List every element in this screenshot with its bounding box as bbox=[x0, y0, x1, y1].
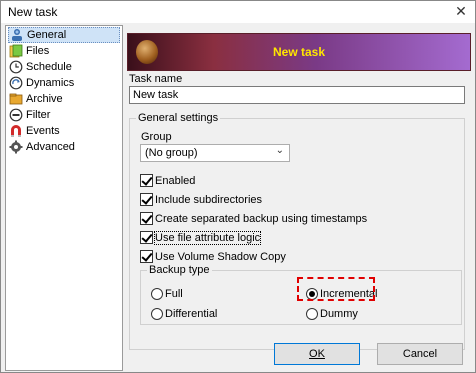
radio-label: Differential bbox=[165, 308, 218, 320]
task-name-input[interactable] bbox=[129, 86, 465, 104]
enabled-checkbox[interactable]: Enabled bbox=[140, 174, 195, 187]
radio-circle[interactable] bbox=[151, 288, 163, 300]
backup-type-legend: Backup type bbox=[147, 264, 212, 276]
general-settings-group: General settings Group (No group) ⌄ Enab… bbox=[129, 112, 465, 350]
sidebar-item-label: Events bbox=[26, 125, 60, 137]
checkbox-box[interactable] bbox=[140, 250, 153, 263]
radio-label: Incremental bbox=[320, 288, 378, 300]
volume-shadow-copy-checkbox[interactable]: Use Volume Shadow Copy bbox=[140, 250, 286, 263]
general-settings-legend: General settings bbox=[136, 112, 221, 124]
checkbox-box[interactable] bbox=[140, 174, 153, 187]
dynamics-icon bbox=[9, 76, 23, 90]
banner-title: New task bbox=[272, 45, 326, 59]
radio-circle[interactable] bbox=[306, 308, 318, 320]
title-bar[interactable]: New task ✕ bbox=[1, 1, 475, 23]
radio-label: Dummy bbox=[320, 308, 358, 320]
events-icon bbox=[9, 124, 23, 138]
sidebar-item-label: Archive bbox=[26, 93, 63, 105]
filter-icon bbox=[9, 108, 23, 122]
sidebar-item-filter[interactable]: Filter bbox=[8, 107, 120, 123]
banner: New task bbox=[127, 33, 471, 71]
sidebar-item-general[interactable]: General bbox=[8, 27, 120, 43]
task-name-label: Task name bbox=[129, 73, 183, 85]
sidebar-item-label: Schedule bbox=[26, 61, 72, 73]
sidebar-item-advanced[interactable]: Advanced bbox=[8, 139, 120, 155]
new-task-dialog: New task ✕ General Files Schedule Dynami… bbox=[0, 0, 476, 373]
backup-type-group: Backup type Full Incremental Differentia… bbox=[140, 264, 462, 325]
general-panel: New task Task name General settings Grou… bbox=[125, 25, 473, 350]
sidebar-item-label: Files bbox=[26, 45, 50, 57]
sidebar-item-label: General bbox=[27, 29, 67, 41]
archive-icon bbox=[9, 92, 23, 106]
ok-button[interactable]: OK bbox=[274, 343, 360, 365]
checkbox-label: Include subdirectories bbox=[155, 193, 263, 206]
radio-dummy[interactable]: Dummy bbox=[306, 308, 358, 320]
radio-circle[interactable] bbox=[306, 288, 318, 300]
file-attribute-logic-checkbox[interactable]: Use file attribute logic bbox=[140, 230, 262, 245]
group-dropdown-value: (No group) bbox=[145, 147, 198, 159]
window-title: New task bbox=[8, 5, 58, 19]
checkbox-label: Use file attribute logic bbox=[153, 230, 262, 245]
checkbox-box[interactable] bbox=[140, 212, 153, 225]
close-icon[interactable]: ✕ bbox=[453, 3, 469, 19]
sidebar-item-dynamics[interactable]: Dynamics bbox=[8, 75, 120, 91]
sidebar-item-label: Filter bbox=[26, 109, 51, 121]
cancel-button-label: Cancel bbox=[402, 348, 438, 360]
timestamps-checkbox[interactable]: Create separated backup using timestamps bbox=[140, 212, 367, 225]
sidebar-item-label: Dynamics bbox=[26, 77, 75, 89]
sidebar-item-files[interactable]: Files bbox=[8, 43, 120, 59]
sidebar-item-schedule[interactable]: Schedule bbox=[8, 59, 120, 75]
sidebar: General Files Schedule Dynamics Archive bbox=[5, 25, 123, 371]
group-dropdown[interactable]: (No group) ⌄ bbox=[140, 144, 290, 162]
schedule-icon bbox=[9, 60, 23, 74]
checkbox-box[interactable] bbox=[140, 231, 153, 244]
cancel-button[interactable]: Cancel bbox=[377, 343, 463, 365]
checkbox-box[interactable] bbox=[140, 193, 153, 206]
sidebar-item-label: Advanced bbox=[26, 141, 75, 153]
group-label: Group bbox=[141, 131, 172, 143]
radio-incremental[interactable]: Incremental bbox=[306, 288, 377, 300]
radio-label: Full bbox=[165, 288, 183, 300]
checkbox-label: Enabled bbox=[155, 174, 196, 187]
checkbox-label: Create separated backup using timestamps bbox=[155, 212, 368, 225]
ok-button-label: OK bbox=[309, 348, 325, 360]
radio-differential[interactable]: Differential bbox=[151, 308, 217, 320]
files-icon bbox=[9, 44, 23, 58]
chevron-down-icon: ⌄ bbox=[275, 145, 284, 156]
include-subdirectories-checkbox[interactable]: Include subdirectories bbox=[140, 193, 262, 206]
checkbox-label: Use Volume Shadow Copy bbox=[155, 250, 286, 263]
advanced-icon bbox=[9, 140, 23, 154]
radio-circle[interactable] bbox=[151, 308, 163, 320]
radio-full[interactable]: Full bbox=[151, 288, 183, 300]
sidebar-item-archive[interactable]: Archive bbox=[8, 91, 120, 107]
general-icon bbox=[10, 28, 24, 42]
sidebar-item-events[interactable]: Events bbox=[8, 123, 120, 139]
